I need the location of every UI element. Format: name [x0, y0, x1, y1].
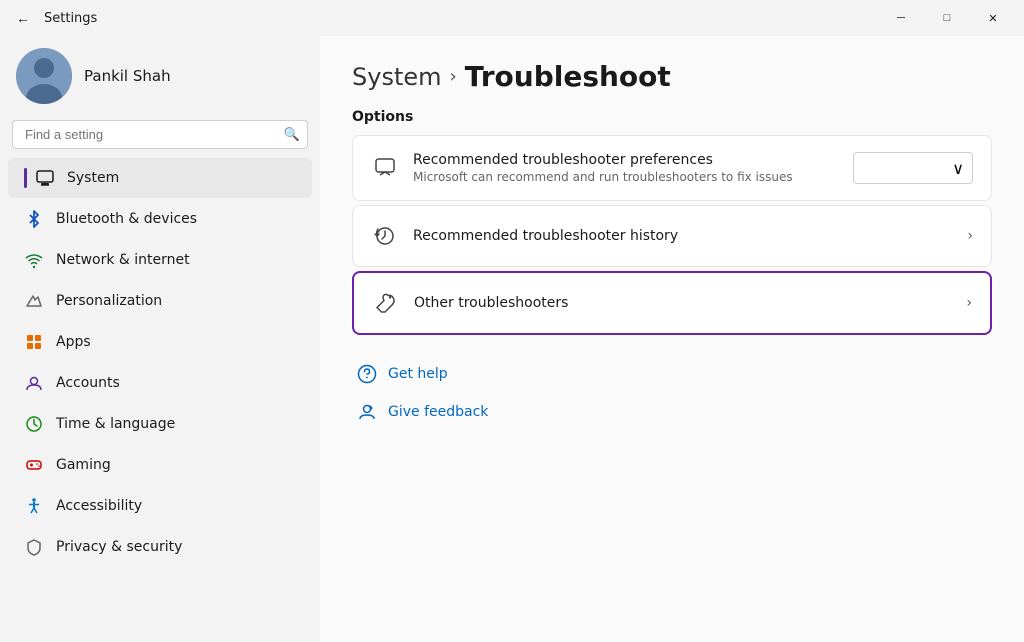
- accounts-icon: [24, 373, 44, 393]
- get-help-link[interactable]: Get help: [352, 355, 992, 393]
- apps-icon: [24, 332, 44, 352]
- sidebar-item-accessibility[interactable]: Accessibility: [8, 486, 312, 526]
- sidebar-label-time: Time & language: [56, 416, 175, 432]
- recommended-prefs-text: Recommended troubleshooter preferences M…: [413, 152, 853, 184]
- links-section: Get help Give feedback: [352, 355, 992, 431]
- dropdown-area: ∨: [853, 152, 973, 184]
- recommended-history-title: Recommended troubleshooter history: [413, 228, 967, 244]
- give-feedback-link[interactable]: Give feedback: [352, 393, 992, 431]
- system-icon: [35, 168, 55, 188]
- sidebar-item-apps[interactable]: Apps: [8, 322, 312, 362]
- active-indicator: [24, 168, 27, 188]
- other-chevron-right-icon: ›: [966, 295, 972, 311]
- sidebar-item-privacy[interactable]: Privacy & security: [8, 527, 312, 567]
- sidebar-item-personalization[interactable]: Personalization: [8, 281, 312, 321]
- other-troubleshooters-text: Other troubleshooters: [414, 295, 966, 311]
- sidebar-label-accounts: Accounts: [56, 375, 120, 391]
- get-help-icon: [356, 363, 378, 385]
- history-icon: [371, 222, 399, 250]
- maximize-button[interactable]: □: [924, 2, 970, 34]
- sidebar-label-personalization: Personalization: [56, 293, 162, 309]
- titlebar-title: Settings: [44, 11, 97, 26]
- profile-section[interactable]: Pankil Shah: [0, 36, 320, 120]
- wrench-icon: [372, 289, 400, 317]
- sidebar: Pankil Shah 🔍 System: [0, 36, 320, 642]
- prefs-dropdown[interactable]: ∨: [853, 152, 973, 184]
- give-feedback-label: Give feedback: [388, 404, 488, 420]
- titlebar: ← Settings ─ □ ✕: [0, 0, 1024, 36]
- search-box: 🔍: [12, 120, 308, 149]
- section-title: Options: [352, 109, 992, 125]
- recommended-prefs-title: Recommended troubleshooter preferences: [413, 152, 853, 168]
- breadcrumb-page: Troubleshoot: [465, 60, 671, 93]
- other-troubleshooters-row[interactable]: Other troubleshooters ›: [352, 271, 992, 335]
- sidebar-label-system: System: [67, 170, 119, 186]
- sidebar-item-bluetooth[interactable]: Bluetooth & devices: [8, 199, 312, 239]
- chevron-down-icon: ∨: [952, 159, 964, 178]
- sidebar-item-system[interactable]: System: [8, 158, 312, 198]
- avatar: [16, 48, 72, 104]
- give-feedback-icon: [356, 401, 378, 423]
- recommended-history-row[interactable]: Recommended troubleshooter history ›: [353, 206, 991, 266]
- breadcrumb-separator: ›: [450, 66, 457, 87]
- chat-icon: [371, 154, 399, 182]
- sidebar-label-accessibility: Accessibility: [56, 498, 142, 514]
- window-controls: ─ □ ✕: [878, 2, 1016, 34]
- profile-name: Pankil Shah: [84, 67, 171, 85]
- sidebar-label-bluetooth: Bluetooth & devices: [56, 211, 197, 227]
- recommended-prefs-card: Recommended troubleshooter preferences M…: [352, 135, 992, 201]
- sidebar-item-accounts[interactable]: Accounts: [8, 363, 312, 403]
- breadcrumb: System › Troubleshoot: [352, 60, 992, 93]
- sidebar-label-network: Network & internet: [56, 252, 190, 268]
- sidebar-label-privacy: Privacy & security: [56, 539, 182, 555]
- nav-list: System Bluetooth & devices: [0, 157, 320, 568]
- back-button[interactable]: ←: [12, 8, 34, 28]
- history-right: ›: [967, 228, 973, 244]
- sidebar-label-gaming: Gaming: [56, 457, 111, 473]
- personalization-icon: [24, 291, 44, 311]
- recommended-prefs-subtitle: Microsoft can recommend and run troubles…: [413, 170, 853, 184]
- other-right: ›: [966, 295, 972, 311]
- close-button[interactable]: ✕: [970, 2, 1016, 34]
- privacy-icon: [24, 537, 44, 557]
- recommended-history-card: Recommended troubleshooter history ›: [352, 205, 992, 267]
- get-help-label: Get help: [388, 366, 448, 382]
- network-icon: [24, 250, 44, 270]
- breadcrumb-system[interactable]: System: [352, 63, 442, 91]
- accessibility-icon: [24, 496, 44, 516]
- titlebar-left: ← Settings: [12, 8, 97, 28]
- sidebar-item-time[interactable]: Time & language: [8, 404, 312, 444]
- other-troubleshooters-title: Other troubleshooters: [414, 295, 966, 311]
- bluetooth-icon: [24, 209, 44, 229]
- chevron-right-icon: ›: [967, 228, 973, 244]
- sidebar-label-apps: Apps: [56, 334, 91, 350]
- main-layout: Pankil Shah 🔍 System: [0, 36, 1024, 642]
- recommended-prefs-row[interactable]: Recommended troubleshooter preferences M…: [353, 136, 991, 200]
- search-input[interactable]: [12, 120, 308, 149]
- sidebar-item-network[interactable]: Network & internet: [8, 240, 312, 280]
- minimize-button[interactable]: ─: [878, 2, 924, 34]
- time-icon: [24, 414, 44, 434]
- content-area: System › Troubleshoot Options Recommende…: [320, 36, 1024, 642]
- recommended-history-text: Recommended troubleshooter history: [413, 228, 967, 244]
- gaming-icon: [24, 455, 44, 475]
- sidebar-item-gaming[interactable]: Gaming: [8, 445, 312, 485]
